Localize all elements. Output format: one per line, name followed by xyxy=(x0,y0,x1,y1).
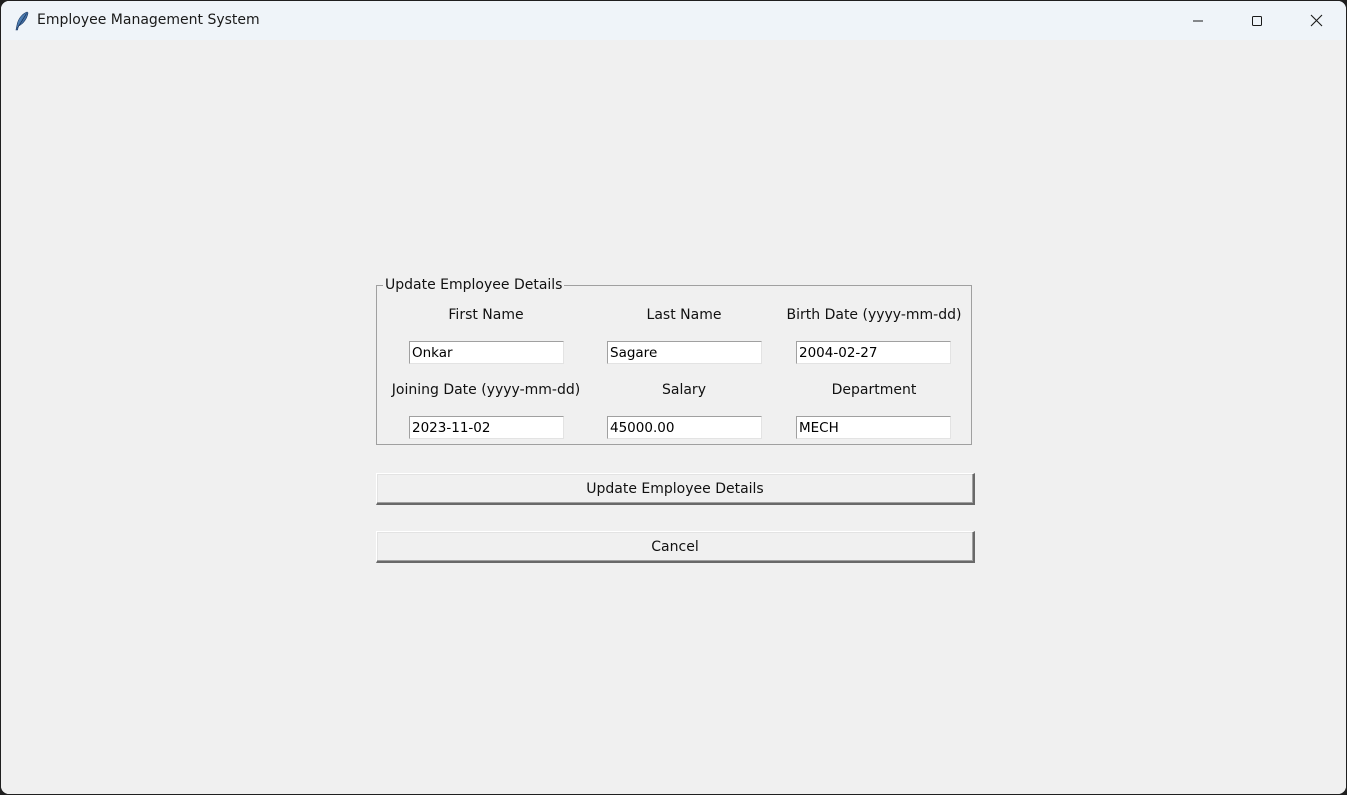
maximize-button[interactable] xyxy=(1228,1,1286,40)
department-input[interactable] xyxy=(796,416,951,439)
maximize-icon xyxy=(1251,15,1263,27)
last-name-input[interactable] xyxy=(607,341,762,364)
frame-title: Update Employee Details xyxy=(383,277,565,294)
salary-input[interactable] xyxy=(607,416,762,439)
first-name-input[interactable] xyxy=(409,341,564,364)
title-bar[interactable]: Employee Management System xyxy=(1,1,1346,40)
first-name-label: First Name xyxy=(448,307,524,323)
window-title: Employee Management System xyxy=(37,12,260,28)
cancel-button[interactable]: Cancel xyxy=(376,531,975,563)
close-button[interactable] xyxy=(1287,1,1345,40)
salary-label: Salary xyxy=(662,382,706,398)
birth-date-label: Birth Date (yyyy-mm-dd) xyxy=(786,307,962,323)
birth-date-input[interactable] xyxy=(796,341,951,364)
last-name-label: Last Name xyxy=(646,307,722,323)
client-area: Update Employee Details First Name Last … xyxy=(1,40,1346,794)
minimize-icon xyxy=(1192,15,1204,27)
update-employee-button[interactable]: Update Employee Details xyxy=(376,473,975,505)
update-details-frame: Update Employee Details First Name Last … xyxy=(376,277,972,445)
joining-date-input[interactable] xyxy=(409,416,564,439)
department-label: Department xyxy=(831,382,917,398)
app-window: Employee Management System Update Employ… xyxy=(1,1,1346,794)
joining-date-label: Joining Date (yyyy-mm-dd) xyxy=(391,382,581,398)
minimize-button[interactable] xyxy=(1169,1,1227,40)
close-icon xyxy=(1310,14,1323,27)
feather-icon xyxy=(14,11,30,31)
